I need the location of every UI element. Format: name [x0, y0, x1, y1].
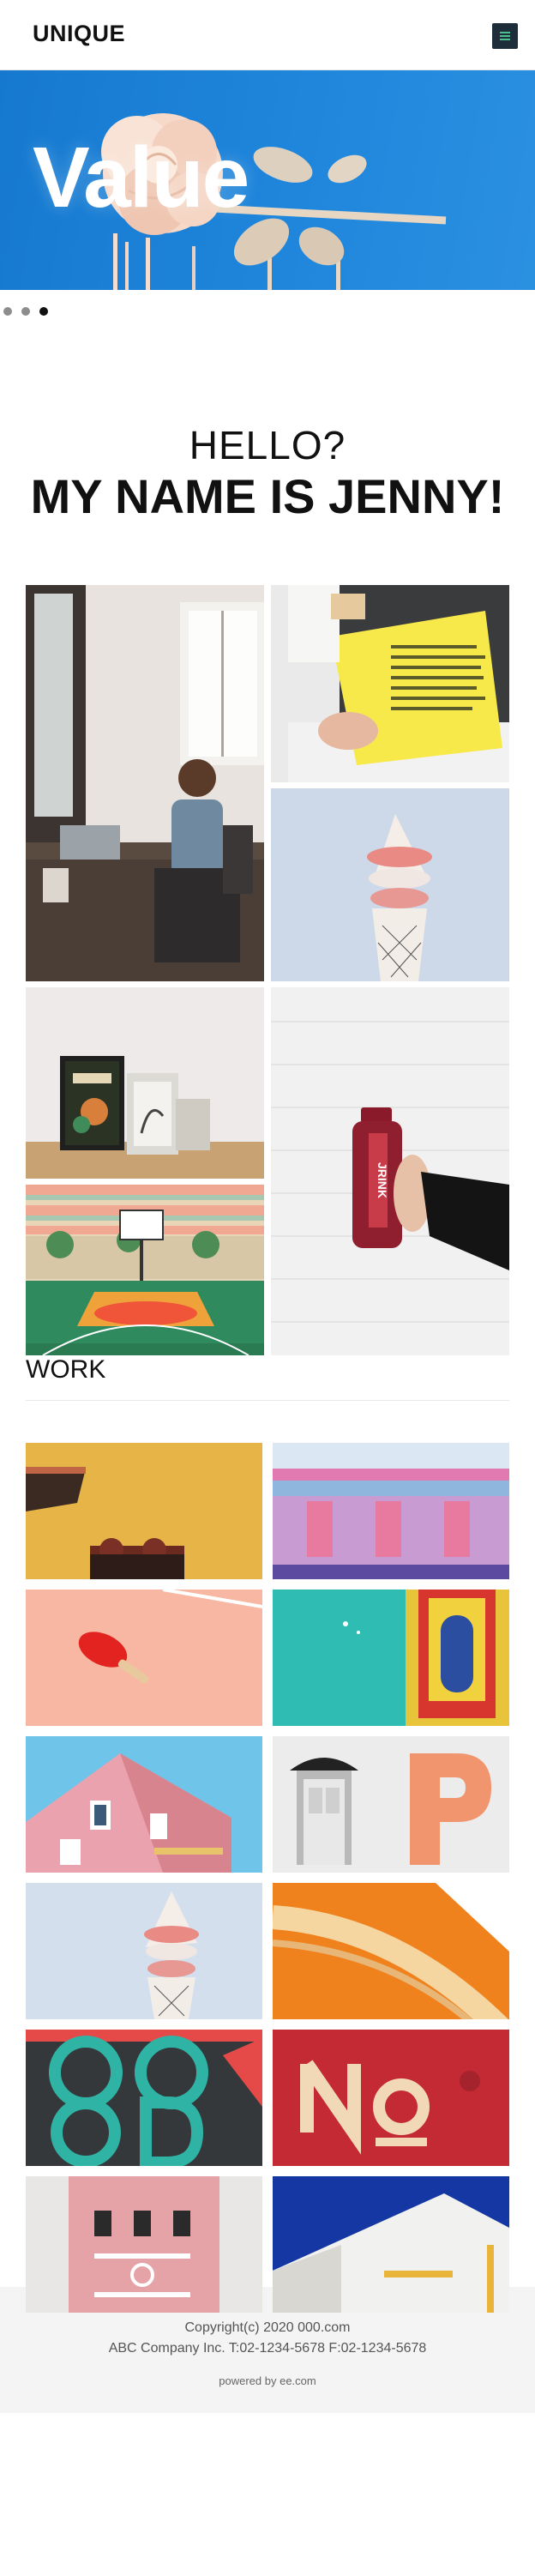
footer-company-info: ABC Company Inc. T:02-1234-5678 F:02-123… [108, 2341, 427, 2356]
svg-text:JRINK: JRINK [376, 1162, 389, 1198]
work-image-no-sign[interactable] [273, 2030, 509, 2166]
work-image-orange-curve[interactable] [273, 1883, 509, 2019]
work-image-yellow-wall[interactable] [26, 1443, 262, 1579]
footer-powered-link[interactable]: powered by ee.com [0, 2374, 535, 2387]
site-logo[interactable]: UNIQUE [33, 21, 125, 47]
work-image-pink-facade[interactable] [26, 2176, 262, 2313]
work-divider [26, 1400, 509, 1401]
work-header: WORK [0, 1355, 535, 1443]
slider-dot-3-active[interactable] [39, 307, 48, 316]
menu-bar [500, 32, 510, 33]
intro-greeting: HELLO? [189, 423, 346, 468]
work-image-pastel-building[interactable] [273, 1443, 509, 1579]
site-header: UNIQUE [0, 0, 535, 70]
work-title: WORK [26, 1355, 106, 1384]
hamburger-icon[interactable] [492, 23, 518, 49]
gallery-image-yellow-magazine[interactable] [271, 585, 509, 782]
work-image-pink-house[interactable] [26, 1736, 262, 1873]
footer-copyright: Copyright(c) 2020 000.com [184, 2320, 351, 2335]
work-image-ping-pong[interactable] [26, 1590, 262, 1726]
work-image-door-p[interactable] [273, 1736, 509, 1873]
gallery-image-juice-bottle[interactable]: JRINK [271, 987, 509, 1355]
menu-bar [500, 35, 510, 37]
hero-banner: Value [0, 70, 535, 290]
work-image-ice-cream[interactable] [26, 1883, 262, 2019]
slider-dot-2[interactable] [21, 307, 30, 316]
intro-name: MY NAME IS JENNY! [30, 469, 505, 523]
photo-gallery: JRINK [0, 585, 535, 1355]
gallery-image-basketball-court[interactable] [26, 1185, 264, 1355]
hero-title: Value [33, 130, 249, 226]
work-image-blue-sky-building[interactable] [273, 2176, 509, 2313]
work-grid [0, 1443, 535, 2313]
slider-pagination [0, 290, 535, 333]
work-image-good-mural[interactable] [26, 2030, 262, 2166]
gallery-image-woman-laptop[interactable] [26, 585, 264, 981]
slider-dot-1[interactable] [3, 307, 12, 316]
menu-bar [500, 39, 510, 40]
intro-section: HELLO? MY NAME IS JENNY! [0, 333, 535, 585]
gallery-image-framed-posters[interactable] [26, 987, 264, 1179]
work-image-teal-wall[interactable] [273, 1590, 509, 1726]
gallery-image-ice-cream[interactable] [271, 788, 509, 981]
